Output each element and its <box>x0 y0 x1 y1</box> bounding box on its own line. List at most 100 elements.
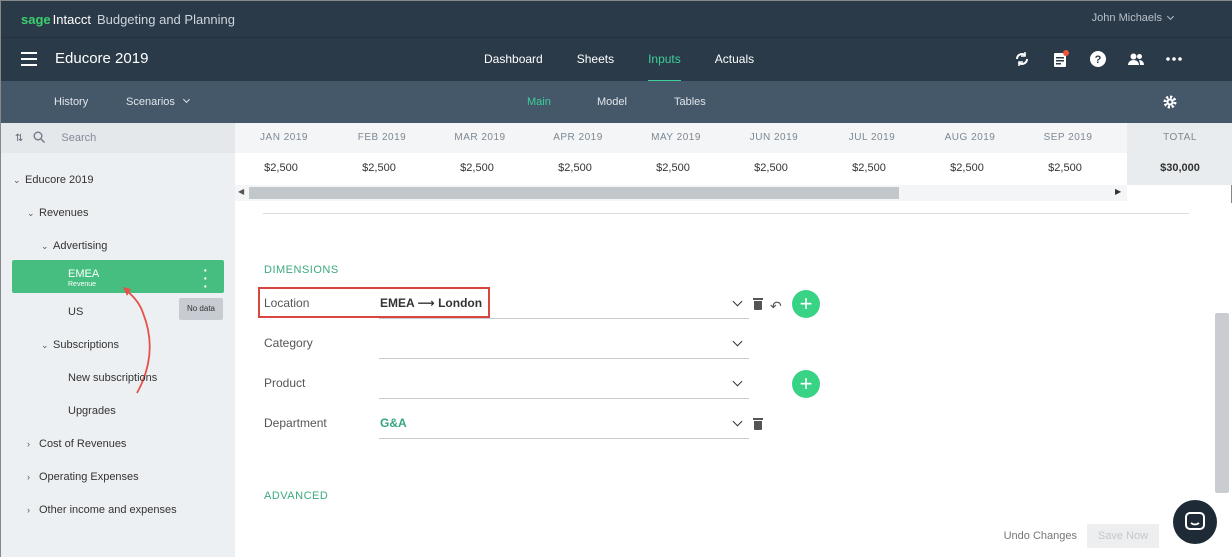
tree-node-cost-of-revenues[interactable]: › Cost of Revenues <box>27 438 126 450</box>
tab-inputs[interactable]: Inputs <box>631 38 698 82</box>
tree-node-us[interactable]: US <box>68 306 83 318</box>
add-product-button[interactable]: + <box>792 370 820 398</box>
total-header: TOTAL <box>1163 132 1197 143</box>
tab-actuals[interactable]: Actuals <box>698 38 771 82</box>
divider <box>263 213 1189 214</box>
tab-main[interactable]: Main <box>527 81 551 123</box>
month-value[interactable]: $2,500 <box>722 162 820 174</box>
undo-icon[interactable]: ↶ <box>770 298 782 315</box>
expand-collapse-icon[interactable]: ⇅ <box>15 133 23 144</box>
month-header: APR 2019 <box>553 132 603 143</box>
month-value[interactable]: $2,500 <box>918 162 1016 174</box>
more-icon[interactable] <box>1165 50 1183 68</box>
scrollbar-thumb[interactable] <box>249 187 899 199</box>
users-icon[interactable] <box>1127 50 1145 68</box>
month-value[interactable]: $2,500 <box>232 162 330 174</box>
tree-label: US <box>68 306 84 318</box>
nav-icons: ? <box>1013 50 1183 68</box>
scroll-right-icon[interactable]: ▶ <box>1115 187 1121 196</box>
undo-changes-button[interactable]: Undo Changes <box>1004 530 1077 542</box>
tree-label: Other income and expenses <box>39 504 177 516</box>
tab-model[interactable]: Model <box>597 81 627 123</box>
brand-bar: sage Intacct Budgeting and Planning John… <box>1 1 1232 37</box>
month-value[interactable]: $2,500 <box>526 162 624 174</box>
kebab-menu-icon[interactable]: · · · <box>203 263 208 293</box>
app-title: Educore 2019 <box>55 50 149 67</box>
clipboard-icon[interactable] <box>1051 50 1069 68</box>
save-now-button[interactable]: Save Now <box>1087 524 1159 548</box>
trash-icon[interactable] <box>753 298 763 310</box>
product-select[interactable] <box>379 369 749 399</box>
tree-node-other-income[interactable]: › Other income and expenses <box>27 504 177 516</box>
tree-node-subscriptions[interactable]: ⌄ Subscriptions <box>41 339 119 351</box>
user-name: John Michaels <box>1091 12 1162 24</box>
footer-actions: Undo Changes Save Now <box>1004 524 1159 548</box>
dimension-label: Product <box>264 376 306 390</box>
chevron-down-icon <box>732 416 743 427</box>
department-select[interactable]: G&A <box>379 409 749 439</box>
month-header: SEP 2019 <box>1043 132 1093 143</box>
tree-node-emea-selected[interactable]: EMEA Revenue · · · <box>12 260 224 293</box>
search-input[interactable]: Search <box>61 132 96 144</box>
month-value[interactable]: $2,500 <box>624 162 722 174</box>
month-header: JAN 2019 <box>260 132 308 143</box>
dimension-row-category: Category <box>264 329 749 359</box>
dimensions-heading: DIMENSIONS <box>264 264 339 276</box>
chevron-right-icon: › <box>27 439 30 449</box>
sidebar: ⇅ Search ⌄ Educore 2019 ⌄ Revenues ⌄ Advert… <box>1 123 235 557</box>
dimension-row-department: Department G&A <box>264 409 749 439</box>
tab-dashboard[interactable]: Dashboard <box>467 38 560 82</box>
scenarios-dropdown[interactable]: Scenarios <box>126 81 191 123</box>
chevron-right-icon: › <box>27 505 30 515</box>
history-link[interactable]: History <box>54 81 88 123</box>
sidebar-search: ⇅ Search <box>1 123 235 153</box>
advanced-heading[interactable]: ADVANCED <box>264 490 328 502</box>
grid-values: $2,500 $2,500 $2,500 $2,500 $2,500 $2,50… <box>235 153 1232 185</box>
month-header: MAY 2019 <box>651 132 701 143</box>
tree-label: Cost of Revenues <box>39 438 127 450</box>
tree-node-upgrades[interactable]: Upgrades <box>68 405 116 417</box>
month-header: JUN 2019 <box>749 132 799 143</box>
tree-label: Revenues <box>39 207 89 219</box>
dimension-value: G&A <box>380 416 407 430</box>
vertical-scrollbar[interactable] <box>1215 313 1229 493</box>
tree-node-educore[interactable]: ⌄ Educore 2019 <box>13 174 94 186</box>
tab-sheets[interactable]: Sheets <box>560 38 631 82</box>
brand-intacct: Intacct <box>52 11 91 27</box>
tree-node-operating-expenses[interactable]: › Operating Expenses <box>27 471 139 483</box>
main-tabs: Dashboard Sheets Inputs Actuals <box>467 38 771 82</box>
add-location-button[interactable]: + <box>792 290 820 318</box>
main-nav: Educore 2019 Dashboard Sheets Inputs Act… <box>1 37 1232 82</box>
user-menu[interactable]: John Michaels <box>1091 12 1175 24</box>
month-value[interactable]: $2,500 <box>820 162 918 174</box>
svg-text:?: ? <box>1095 54 1102 66</box>
scenarios-label: Scenarios <box>126 96 175 108</box>
chat-icon <box>1185 512 1205 530</box>
tab-tables[interactable]: Tables <box>674 81 706 123</box>
menu-icon[interactable] <box>21 52 37 66</box>
dimension-label: Department <box>264 416 327 430</box>
chevron-right-icon: › <box>27 472 30 482</box>
grid-header: JAN 2019 FEB 2019 MAR 2019 APR 2019 MAY … <box>235 123 1232 153</box>
chevron-down-icon <box>182 95 191 104</box>
tree-label: Advertising <box>53 240 108 252</box>
chevron-down-icon: ⌄ <box>41 241 49 251</box>
refresh-icon[interactable] <box>1013 50 1031 68</box>
trash-icon[interactable] <box>753 418 763 430</box>
gear-icon[interactable] <box>1162 94 1178 110</box>
scroll-left-icon[interactable]: ◀ <box>238 187 244 196</box>
month-value[interactable]: $2,500 <box>428 162 526 174</box>
month-value[interactable]: $2,500 <box>330 162 428 174</box>
horizontal-scrollbar[interactable]: ◀ ▶ <box>235 185 1127 201</box>
help-icon[interactable]: ? <box>1089 50 1107 68</box>
tree-node-advertising[interactable]: ⌄ Advertising <box>41 240 107 252</box>
month-value[interactable]: $2,500 <box>1016 162 1114 174</box>
chat-launcher-button[interactable] <box>1173 500 1217 544</box>
month-header: FEB 2019 <box>357 132 407 143</box>
month-header: AUG 2019 <box>944 132 996 143</box>
tree-sublabel: Revenue <box>68 281 97 288</box>
chevron-down-icon <box>732 336 743 347</box>
tree-node-new-subscriptions[interactable]: New subscriptions <box>68 372 157 384</box>
tree-node-revenues[interactable]: ⌄ Revenues <box>27 207 89 219</box>
category-select[interactable] <box>379 329 749 359</box>
